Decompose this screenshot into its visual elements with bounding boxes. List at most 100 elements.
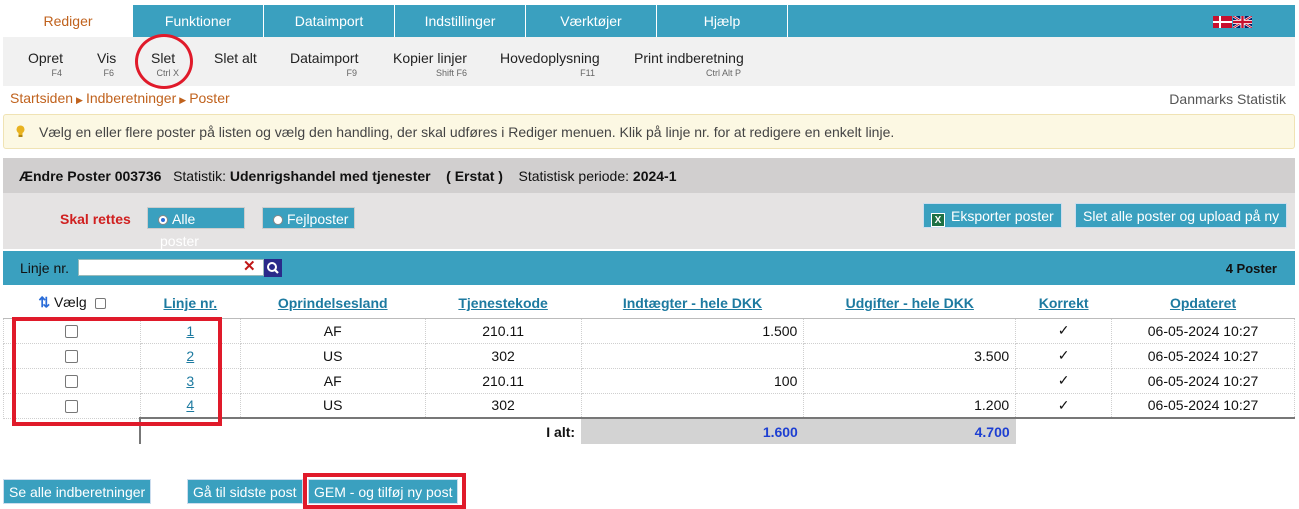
select-all-checkbox[interactable] — [94, 298, 106, 310]
table-header-row: ⇅ Vælg Linje nr. Oprindelsesland Tjenest… — [3, 288, 1295, 319]
row-land: AF — [239, 317, 426, 344]
row-udgifter: 1.200 — [803, 392, 1017, 419]
export-posts-label: Eksporter poster — [951, 208, 1054, 224]
total-udgifter: 4.700 — [803, 417, 1016, 444]
dataimport-shortcut: F9 — [346, 68, 357, 78]
filter-fejl-label: Fejlposter — [287, 211, 349, 227]
header-indtaegter[interactable]: Indtægter - hele DKK — [581, 288, 804, 319]
tab-rediger[interactable]: Rediger — [3, 5, 133, 37]
lightbulb-icon — [16, 125, 25, 137]
row-kode: 302 — [424, 342, 582, 369]
filter-alle-poster[interactable]: Alle poster — [147, 207, 245, 249]
row-udgifter: 3.500 — [803, 342, 1017, 369]
search-icon[interactable] — [264, 259, 282, 277]
annotation-rectangle-save — [303, 473, 466, 509]
clear-icon[interactable]: ✕ — [243, 257, 256, 275]
row-kode: 302 — [424, 392, 582, 419]
row-opdateret: 06-05-2024 10:27 — [1111, 342, 1295, 369]
vis-shortcut: F6 — [103, 68, 114, 78]
breadcrumb-startsiden[interactable]: Startsiden — [10, 90, 73, 106]
dataimport-label: Dataimport — [290, 50, 359, 66]
hovedoplysning-button[interactable]: Hovedoplysning F11 — [500, 50, 600, 78]
filter-fejlposter[interactable]: Fejlposter — [262, 207, 355, 229]
header-oprindelsesland[interactable]: Oprindelsesland — [240, 288, 426, 319]
radio-unselected-icon — [273, 215, 283, 225]
post-count: 4 Poster — [1225, 261, 1277, 276]
row-land: AF — [239, 367, 426, 394]
tab-vaerktojer[interactable]: Værktøjer — [526, 5, 657, 37]
row-indtaegter: 1.500 — [580, 317, 805, 344]
header-tjenestekode[interactable]: Tjenestekode — [425, 288, 582, 319]
row-indtaegter — [580, 392, 805, 419]
breadcrumb: Startsiden ▶ Indberetninger ▶ Poster — [10, 90, 230, 106]
slet-alt-label: Slet alt — [214, 50, 257, 66]
report-title: Ændre Poster 003736 — [19, 168, 162, 184]
radio-selected-icon — [158, 215, 168, 225]
row-korrekt-check-icon: ✓ — [1015, 342, 1113, 369]
info-hint: Vælg en eller flere poster på listen og … — [3, 114, 1295, 149]
row-opdateret: 06-05-2024 10:27 — [1111, 317, 1295, 344]
danish-flag-icon[interactable] — [1213, 16, 1232, 28]
row-kode: 210.11 — [424, 367, 582, 394]
hint-text: Vælg en eller flere poster på listen og … — [39, 124, 895, 140]
print-indberetning-shortcut: Ctrl Alt P — [705, 68, 741, 78]
header-linje[interactable]: Linje nr. — [140, 288, 241, 319]
export-posts-button[interactable]: X Eksporter poster — [923, 203, 1062, 228]
refresh-icon[interactable]: ⇅ — [38, 294, 50, 310]
periode-label: Statistisk periode: — [518, 168, 630, 184]
go-to-last-post-button[interactable]: Gå til sidste post — [187, 479, 303, 504]
statistik-label: Statistik: — [173, 168, 226, 184]
tab-hjaelp[interactable]: Hjælp — [657, 5, 788, 37]
opret-shortcut: F4 — [51, 68, 62, 78]
row-udgifter — [803, 317, 1017, 344]
excel-icon: X — [931, 213, 945, 227]
hovedoplysning-shortcut: F11 — [580, 68, 595, 78]
row-udgifter — [803, 367, 1017, 394]
tab-dataimport[interactable]: Dataimport — [264, 5, 395, 37]
top-menu-bar: Rediger Funktioner Dataimport Indstillin… — [3, 5, 1295, 37]
header-korrekt[interactable]: Korrekt — [1015, 288, 1112, 319]
statistik-value: Udenrigshandel med tjenester — [229, 168, 431, 184]
vis-label: Vis — [97, 50, 117, 66]
header-udgifter[interactable]: Udgifter - hele DKK — [803, 288, 1016, 319]
row-land: US — [239, 342, 426, 369]
header-opdateret[interactable]: Opdateret — [1111, 288, 1295, 319]
organization-name: Danmarks Statistik — [1169, 91, 1286, 107]
breadcrumb-separator-icon: ▶ — [179, 95, 187, 105]
see-all-reports-button[interactable]: Se alle indberetninger — [3, 479, 152, 504]
annotation-rectangle-rows — [12, 317, 222, 426]
delete-upload-button[interactable]: Slet alle poster og upload på ny — [1075, 203, 1288, 228]
total-indtaegter: 1.600 — [581, 417, 804, 444]
kopier-linjer-shortcut: Shift F6 — [435, 68, 467, 78]
breadcrumb-indberetninger[interactable]: Indberetninger — [86, 90, 176, 106]
skal-rettes-label: Skal rettes — [60, 211, 131, 227]
slet-alt-button[interactable]: Slet alt — [214, 50, 260, 66]
row-land: US — [239, 392, 426, 419]
line-search-bar: Linje nr. ✕ 4 Poster — [3, 251, 1295, 285]
row-kode: 210.11 — [424, 317, 582, 344]
kopier-linjer-button[interactable]: Kopier linjer Shift F6 — [393, 50, 467, 78]
report-header: Ændre Poster 003736 Statistik: Udenrigsh… — [3, 158, 1295, 193]
dataimport-button[interactable]: Dataimport F9 — [290, 50, 360, 78]
english-flag-icon[interactable] — [1233, 16, 1252, 28]
language-flags — [1213, 16, 1255, 28]
breadcrumb-poster[interactable]: Poster — [189, 90, 229, 106]
print-indberetning-label: Print indberetning — [634, 50, 744, 66]
row-opdateret: 06-05-2024 10:27 — [1111, 392, 1295, 419]
total-filler — [1015, 417, 1295, 444]
ribbon-toolbar: Opret F4 Vis F6 Slet Ctrl X Slet alt Dat… — [3, 37, 1295, 86]
row-indtaegter — [580, 342, 805, 369]
tab-indstillinger[interactable]: Indstillinger — [395, 5, 526, 37]
report-type: ( Erstat ) — [446, 168, 503, 184]
report-header-text: Ændre Poster 003736 Statistik: Udenrigsh… — [19, 168, 677, 184]
row-korrekt-check-icon: ✓ — [1015, 367, 1113, 394]
opret-button[interactable]: Opret F4 — [28, 50, 65, 78]
annotation-circle — [135, 34, 193, 89]
vis-button[interactable]: Vis F6 — [97, 50, 117, 78]
tab-funktioner[interactable]: Funktioner — [133, 5, 264, 37]
header-vaelg-label: Vælg — [53, 294, 87, 311]
print-indberetning-button[interactable]: Print indberetning Ctrl Alt P — [634, 50, 744, 78]
line-number-input[interactable] — [78, 259, 264, 276]
kopier-linjer-label: Kopier linjer — [393, 50, 467, 66]
row-korrekt-check-icon: ✓ — [1015, 317, 1113, 344]
